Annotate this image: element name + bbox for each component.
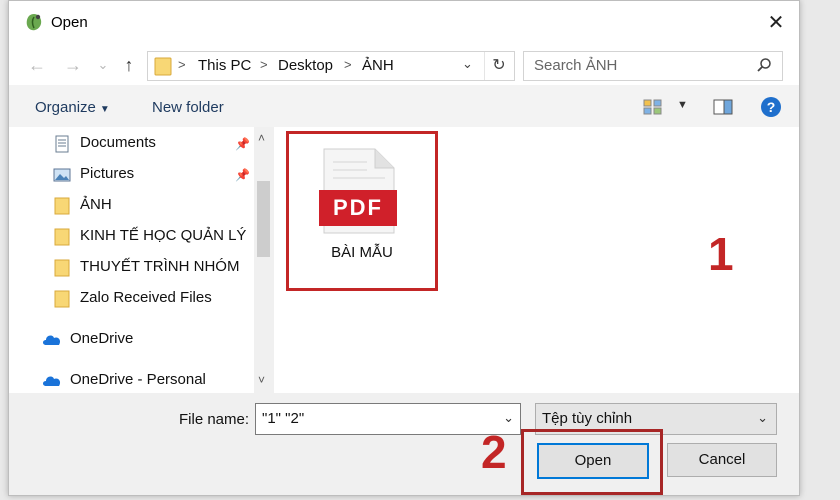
open-file-dialog: Open ✕ ← → ⌄ ↑ > This PC > Desktop > ẢNH… xyxy=(8,0,800,496)
help-icon[interactable]: ? xyxy=(761,97,781,117)
forward-arrow-icon[interactable]: → xyxy=(61,53,85,77)
onedrive-icon xyxy=(43,335,61,345)
folder-icon xyxy=(54,197,70,215)
address-bar[interactable]: > This PC > Desktop > ẢNH ⌄ ↻ xyxy=(147,51,515,81)
search-input[interactable]: Search ẢNH xyxy=(534,57,617,74)
search-box[interactable]: Search ẢNH xyxy=(523,51,783,81)
open-button[interactable]: Open xyxy=(537,443,649,479)
window-title: Open xyxy=(51,14,88,31)
file-type-value: Tệp tùy chỉnh xyxy=(542,410,633,427)
breadcrumb-separator: > xyxy=(344,57,352,72)
pictures-icon xyxy=(53,168,71,182)
address-dropdown-icon[interactable]: ⌄ xyxy=(462,56,473,72)
pin-icon: 📌 xyxy=(235,168,250,182)
app-leaf-icon xyxy=(26,14,42,31)
organize-label: Organize xyxy=(35,99,96,116)
sidebar-item-label: Pictures xyxy=(80,165,135,182)
title-bar: Open ✕ xyxy=(9,1,799,45)
documents-icon xyxy=(55,135,69,153)
sidebar-item-label: THUYẾT TRÌNH NHÓM xyxy=(80,258,240,275)
navigation-pane: Documents 📌 Pictures 📌 ẢNH KINH TẾ HỌC Q… xyxy=(9,127,273,393)
sidebar-item-label: KINH TẾ HỌC QUẢN LÝ xyxy=(80,227,247,244)
folder-icon xyxy=(154,57,172,76)
cancel-button[interactable]: Cancel xyxy=(667,443,777,477)
scroll-down-icon[interactable]: ˅ xyxy=(258,373,265,387)
sidebar-scrollbar[interactable]: ˄ ˅ xyxy=(254,127,273,393)
file-item-bai-mau[interactable]: PDF BÀI MẪU xyxy=(286,131,438,291)
sidebar-item-label: Zalo Received Files xyxy=(80,289,212,306)
annotation-1: 1 xyxy=(708,228,734,280)
file-name-label: File name: xyxy=(179,411,250,428)
file-type-dropdown-icon: ⌄ xyxy=(757,410,768,425)
folder-icon xyxy=(54,290,70,308)
organize-caret-icon: ▼ xyxy=(99,104,110,115)
scrollbar-thumb[interactable] xyxy=(257,181,270,257)
breadcrumb-separator: > xyxy=(178,57,186,72)
dialog-footer: File name: "1" "2" ⌄ Tệp tùy chỉnh ⌄ 2 O… xyxy=(9,393,799,495)
refresh-icon[interactable]: ↻ xyxy=(484,52,513,80)
preview-pane-icon[interactable] xyxy=(713,99,733,115)
search-icon xyxy=(757,58,771,72)
navigation-bar: ← → ⌄ ↑ > This PC > Desktop > ẢNH ⌄ ↻ Se… xyxy=(9,45,799,85)
recent-locations-chevron-icon[interactable]: ⌄ xyxy=(91,53,115,77)
folder-icon xyxy=(54,228,70,246)
organize-button[interactable]: Organize ▼ xyxy=(35,99,110,116)
sidebar-item-label: OneDrive xyxy=(70,330,134,347)
sidebar-item-label: ẢNH xyxy=(80,196,112,213)
pin-icon: 📌 xyxy=(235,137,250,151)
folder-icon xyxy=(54,259,70,277)
onedrive-icon xyxy=(43,376,61,386)
breadcrumb-this-pc[interactable]: This PC xyxy=(198,57,251,74)
annotation-2: 2 xyxy=(481,426,507,478)
file-name-dropdown-icon[interactable]: ⌄ xyxy=(503,410,514,426)
file-name-label: BÀI MẪU xyxy=(331,244,393,261)
scroll-up-icon[interactable]: ˄ xyxy=(258,131,265,145)
view-options-caret-icon[interactable]: ▼ xyxy=(677,99,688,111)
close-icon[interactable]: ✕ xyxy=(761,9,791,37)
back-arrow-icon[interactable]: ← xyxy=(25,53,49,77)
change-view-icon[interactable] xyxy=(643,99,663,115)
new-folder-button[interactable]: New folder xyxy=(152,99,224,116)
up-arrow-icon[interactable]: ↑ xyxy=(117,53,141,77)
pdf-badge: PDF xyxy=(319,190,397,226)
sidebar-item-label: OneDrive - Personal xyxy=(70,371,206,388)
file-name-value: "1" "2" xyxy=(262,410,305,427)
breadcrumb-anh[interactable]: ẢNH xyxy=(362,57,394,74)
sidebar-item-label: Documents xyxy=(80,134,156,151)
command-toolbar: Organize ▼ New folder ▼ ? xyxy=(9,85,799,127)
file-list: PDF BÀI MẪU 1 xyxy=(274,127,799,393)
breadcrumb-separator: > xyxy=(260,57,268,72)
breadcrumb-desktop[interactable]: Desktop xyxy=(278,57,333,74)
